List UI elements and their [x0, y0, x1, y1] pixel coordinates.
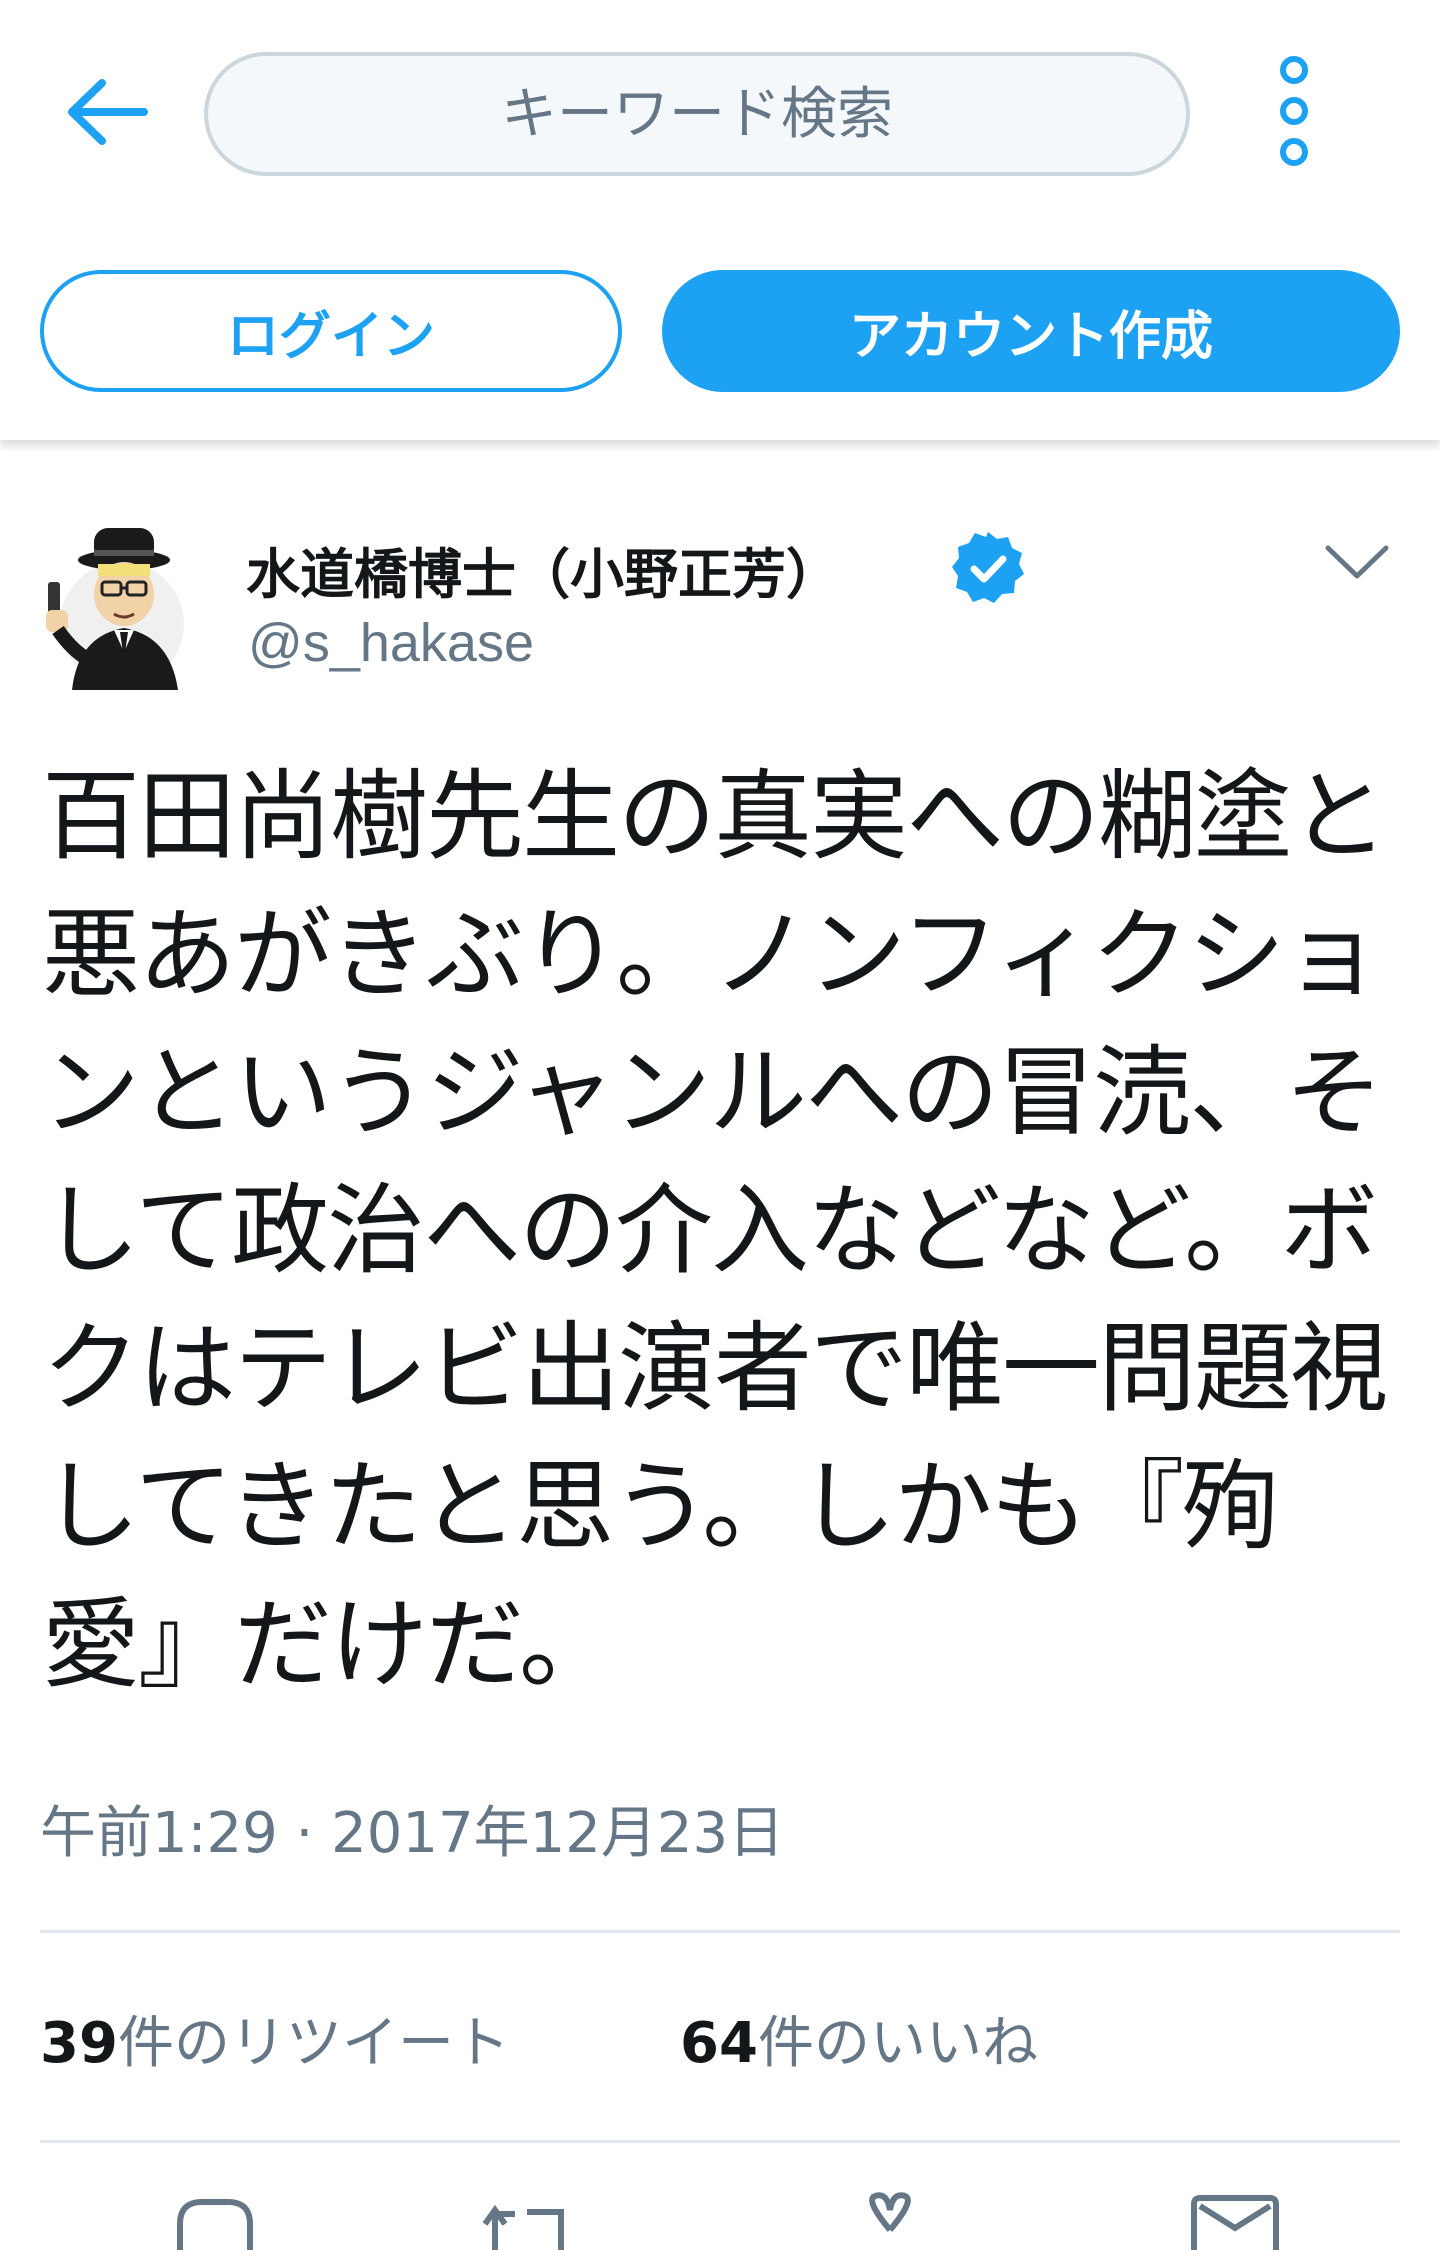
- login-button[interactable]: ログイン: [40, 270, 622, 392]
- retweet-count: 39: [40, 2011, 118, 2076]
- top-header: ログイン アカウント作成: [0, 0, 1440, 440]
- avatar[interactable]: [38, 520, 186, 690]
- like-icon[interactable]: [835, 2190, 945, 2250]
- action-bar: [0, 2190, 1440, 2250]
- retweet-icon[interactable]: [475, 2190, 585, 2250]
- like-count-link[interactable]: 64件のいいね: [680, 1998, 1038, 2079]
- back-arrow-icon: [68, 79, 148, 145]
- verified-badge-icon: [952, 532, 1024, 603]
- search-box[interactable]: [204, 52, 1190, 176]
- more-options-icon[interactable]: [1264, 56, 1324, 166]
- divider: [40, 2140, 1400, 2143]
- search-input[interactable]: [254, 80, 1140, 148]
- chevron-down-icon[interactable]: [1322, 540, 1392, 584]
- retweet-count-link[interactable]: 39件のリツイート: [40, 1998, 510, 2079]
- user-handle[interactable]: @s_hakase: [248, 612, 534, 674]
- divider: [40, 1930, 1400, 1933]
- like-label: 件のいいね: [757, 2011, 1038, 2076]
- retweet-label: 件のリツイート: [117, 2011, 510, 2076]
- back-button[interactable]: [56, 62, 156, 162]
- tweet-timestamp[interactable]: 午前1:29 · 2017年12月23日: [40, 1788, 784, 1869]
- signup-button[interactable]: アカウント作成: [662, 270, 1400, 392]
- like-count: 64: [680, 2011, 758, 2076]
- tweet-text: 百田尚樹先生の真実への糊塗と 悪あがきぶり。ノンフィクショ ンというジャンルへの…: [42, 760, 1388, 1702]
- share-icon[interactable]: [1180, 2190, 1290, 2250]
- display-name[interactable]: 水道橋博士（小野正芳）: [246, 530, 840, 609]
- reply-icon[interactable]: [160, 2190, 270, 2250]
